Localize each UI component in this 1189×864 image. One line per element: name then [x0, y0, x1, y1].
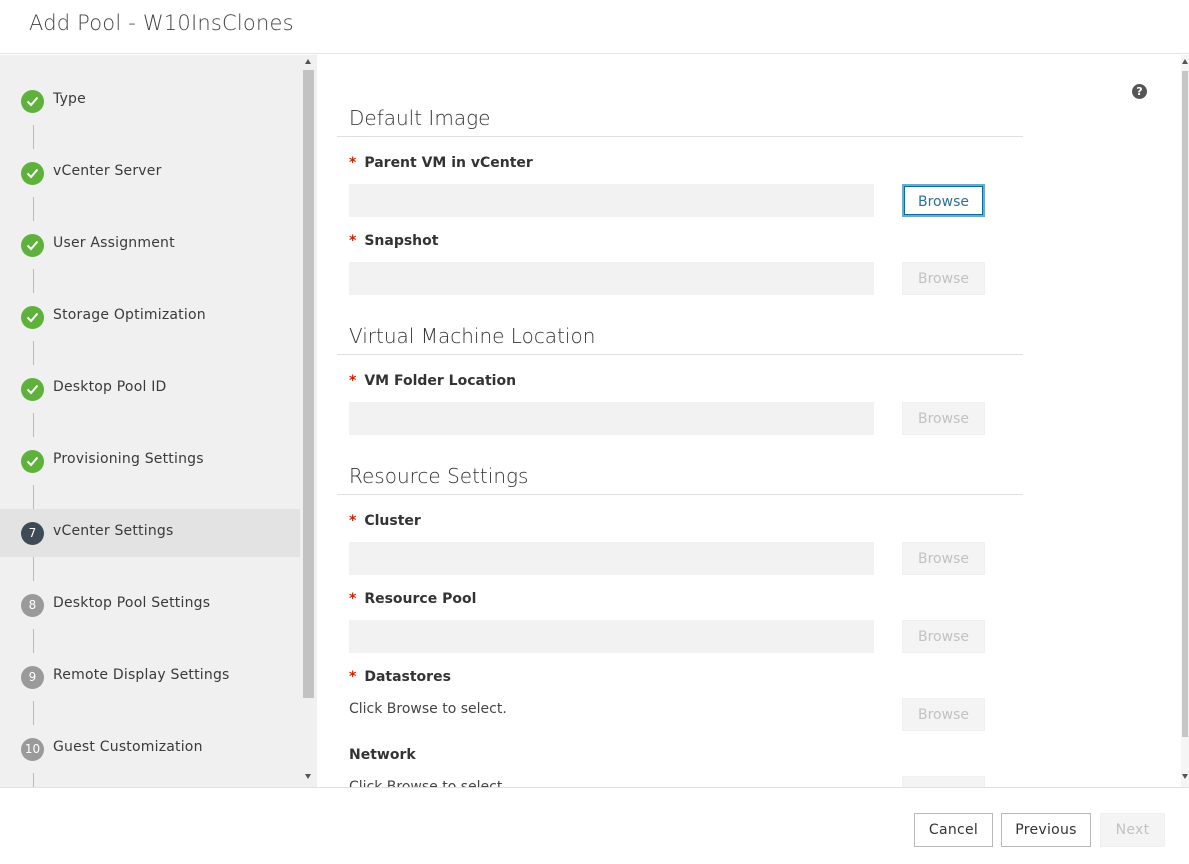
step-label: Desktop Pool ID	[53, 379, 167, 395]
snapshot-label: * Snapshot	[349, 233, 438, 249]
step-label: Type	[53, 91, 86, 107]
vm-folder-label: * VM Folder Location	[349, 373, 516, 389]
parent-vm-label-text: Parent VM in vCenter	[364, 155, 533, 171]
vm-folder-input[interactable]	[349, 402, 874, 435]
step-type[interactable]: Type	[0, 77, 300, 125]
step-label: Provisioning Settings	[53, 451, 204, 467]
section-divider	[337, 136, 1023, 137]
step-provisioning-settings[interactable]: Provisioning Settings	[0, 437, 300, 485]
step-connector	[33, 629, 34, 653]
step-number-badge: 8	[21, 594, 44, 617]
step-storage-optimization[interactable]: Storage Optimization	[0, 293, 300, 341]
cancel-button[interactable]: Cancel	[914, 813, 993, 847]
scroll-down-arrow-icon[interactable]	[1182, 774, 1188, 779]
step-vcenter-settings[interactable]: 7 vCenter Settings	[0, 509, 300, 557]
scroll-down-arrow-icon[interactable]	[305, 774, 311, 779]
parent-vm-browse-button[interactable]: Browse	[902, 184, 985, 217]
resource-pool-browse-button[interactable]: Browse	[902, 620, 985, 653]
section-title-default-image: Default Image	[349, 106, 491, 130]
step-label: vCenter Server	[53, 163, 162, 179]
snapshot-input[interactable]	[349, 262, 874, 295]
section-title-vm-location: Virtual Machine Location	[349, 324, 596, 348]
step-label: Storage Optimization	[53, 307, 206, 323]
step-connector	[33, 701, 34, 725]
dialog-header: Add Pool - W10InsClones	[0, 0, 1189, 54]
cluster-label: * Cluster	[349, 513, 421, 529]
step-desktop-pool-settings[interactable]: 8 Desktop Pool Settings	[0, 581, 300, 629]
datastores-hint: Click Browse to select.	[349, 701, 507, 717]
step-guest-customization[interactable]: 10 Guest Customization	[0, 725, 300, 773]
scroll-up-arrow-icon[interactable]	[1182, 59, 1188, 64]
step-connector	[33, 773, 34, 787]
required-marker: *	[349, 233, 357, 249]
section-divider	[337, 354, 1023, 355]
step-number-badge: 7	[21, 522, 44, 545]
step-label: Guest Customization	[53, 739, 203, 755]
datastores-label-text: Datastores	[364, 669, 451, 685]
datastores-browse-button[interactable]: Browse	[902, 698, 985, 731]
dialog-footer: Cancel Previous Next	[0, 787, 1189, 864]
step-desktop-pool-id[interactable]: Desktop Pool ID	[0, 365, 300, 413]
step-connector	[33, 269, 34, 293]
parent-vm-input[interactable]	[349, 184, 874, 217]
wizard-sidebar: Type vCenter Server User Assignment Stor…	[0, 55, 317, 787]
sidebar-scrollbar[interactable]	[300, 55, 317, 787]
dialog-title: Add Pool - W10InsClones	[29, 11, 294, 35]
section-title-resource-settings: Resource Settings	[349, 464, 529, 488]
step-connector	[33, 413, 34, 437]
content-scrollbar[interactable]	[1181, 55, 1189, 787]
step-connector	[33, 197, 34, 221]
network-browse-button[interactable]	[902, 776, 985, 787]
wizard-content: ? Default Image * Parent VM in vCenter Br…	[317, 55, 1189, 787]
check-icon	[21, 234, 44, 257]
required-marker: *	[349, 155, 357, 171]
cluster-label-text: Cluster	[364, 513, 421, 529]
required-marker: *	[349, 669, 357, 685]
section-divider	[337, 494, 1023, 495]
next-button[interactable]: Next	[1100, 813, 1165, 847]
step-label: vCenter Settings	[53, 523, 174, 539]
cluster-browse-button[interactable]: Browse	[902, 542, 985, 575]
cluster-input[interactable]	[349, 542, 874, 575]
vm-folder-browse-button[interactable]: Browse	[902, 402, 985, 435]
network-hint: Click Browse to select.	[349, 779, 507, 787]
step-number-badge: 10	[21, 738, 44, 761]
snapshot-browse-button[interactable]: Browse	[902, 262, 985, 295]
vm-folder-label-text: VM Folder Location	[364, 373, 517, 389]
required-marker: *	[349, 591, 357, 607]
snapshot-label-text: Snapshot	[364, 233, 439, 249]
datastores-label: * Datastores	[349, 669, 451, 685]
help-icon[interactable]: ?	[1132, 84, 1147, 99]
step-number-badge: 9	[21, 666, 44, 689]
resource-pool-label: * Resource Pool	[349, 591, 476, 607]
scrollbar-thumb[interactable]	[303, 70, 314, 698]
required-marker: *	[349, 373, 357, 389]
resource-pool-input[interactable]	[349, 620, 874, 653]
step-connector	[33, 125, 34, 149]
step-label: Remote Display Settings	[53, 667, 230, 683]
step-connector	[33, 485, 34, 509]
required-marker: *	[349, 513, 357, 529]
step-label: Desktop Pool Settings	[53, 595, 211, 611]
parent-vm-label: * Parent VM in vCenter	[349, 155, 533, 171]
step-label: User Assignment	[53, 235, 175, 251]
network-label: Network	[349, 747, 416, 763]
check-icon	[21, 90, 44, 113]
wizard-steps: Type vCenter Server User Assignment Stor…	[0, 55, 300, 787]
previous-button[interactable]: Previous	[1001, 813, 1091, 847]
check-icon	[21, 306, 44, 329]
scroll-up-arrow-icon[interactable]	[305, 59, 311, 64]
check-icon	[21, 162, 44, 185]
check-icon	[21, 378, 44, 401]
resource-pool-label-text: Resource Pool	[364, 591, 477, 607]
step-connector	[33, 557, 34, 581]
scrollbar-thumb[interactable]	[1182, 71, 1188, 737]
step-remote-display-settings[interactable]: 9 Remote Display Settings	[0, 653, 300, 701]
step-connector	[33, 341, 34, 365]
step-user-assignment[interactable]: User Assignment	[0, 221, 300, 269]
step-vcenter-server[interactable]: vCenter Server	[0, 149, 300, 197]
check-icon	[21, 450, 44, 473]
